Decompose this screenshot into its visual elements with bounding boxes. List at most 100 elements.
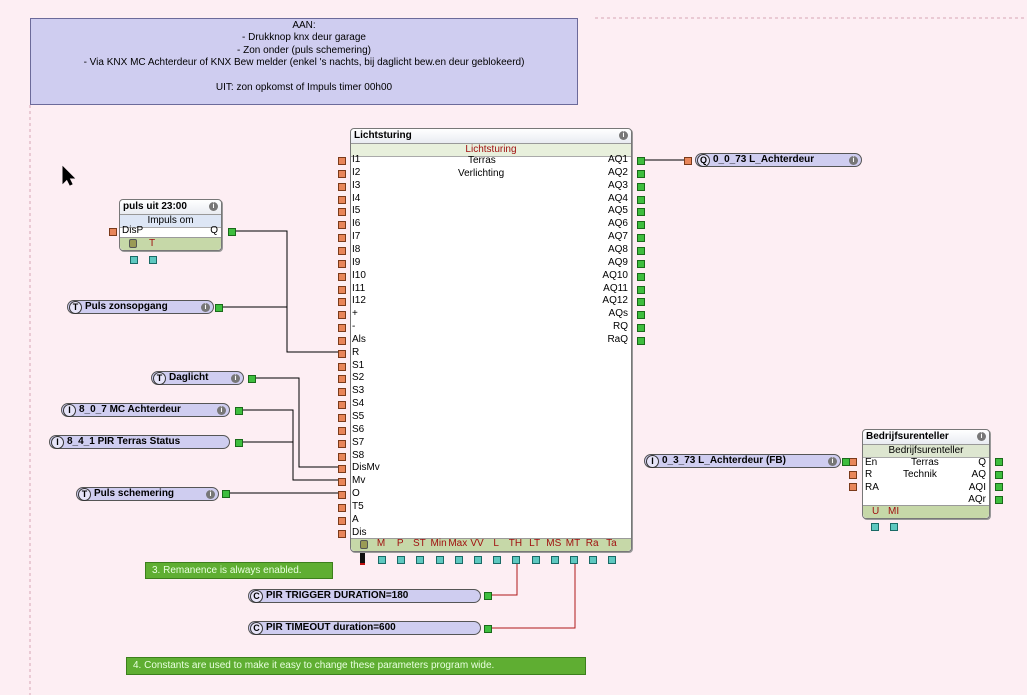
input-pin-s1[interactable]: [338, 362, 346, 371]
input-pin-s8[interactable]: [338, 452, 346, 461]
connector-pin[interactable]: [222, 490, 230, 498]
param-pin-ms[interactable]: [550, 556, 559, 564]
info-icon[interactable]: i: [849, 156, 858, 165]
param-pin-ra[interactable]: [589, 556, 598, 564]
output-pin-raq[interactable]: [637, 336, 645, 345]
output-pin-aq1[interactable]: [637, 157, 645, 165]
aq-pin[interactable]: [995, 471, 1003, 479]
connector-pin[interactable]: [484, 625, 492, 633]
daglicht-connector[interactable]: T Daglicht i: [151, 371, 244, 385]
param-pin[interactable]: [149, 256, 157, 264]
input-pin-t5[interactable]: [338, 503, 346, 512]
remanence-pin[interactable]: [360, 553, 365, 565]
input-pin-i3[interactable]: [338, 182, 346, 191]
connector-pin[interactable]: [248, 375, 256, 383]
param-pin-m[interactable]: [378, 556, 386, 564]
input-pin-i2[interactable]: [338, 169, 346, 178]
param-pin-st[interactable]: [416, 556, 425, 564]
input-pin-dis[interactable]: [338, 529, 346, 538]
output-pin-aq6[interactable]: [637, 221, 645, 230]
input-pin-als[interactable]: [338, 336, 346, 345]
input-pin-i1[interactable]: [338, 157, 346, 165]
connector-pin[interactable]: [235, 407, 243, 415]
param-pin[interactable]: [130, 256, 138, 264]
pir-trigger-connector[interactable]: C PIR TRIGGER DURATION=180: [248, 589, 481, 603]
disp-pin[interactable]: [109, 228, 117, 236]
input-pin-s2[interactable]: [338, 375, 346, 384]
input-pin-dismv[interactable]: [338, 465, 346, 474]
param-pin[interactable]: [871, 523, 879, 531]
aqi-pin[interactable]: [995, 483, 1003, 491]
input-pin-s6[interactable]: [338, 426, 346, 435]
input-pin-i10[interactable]: [338, 272, 346, 281]
output-pin-aq4[interactable]: [637, 195, 645, 204]
param-pin-l[interactable]: [493, 556, 502, 564]
param-pin-th[interactable]: [512, 556, 521, 564]
info-icon[interactable]: i: [201, 303, 210, 312]
r-pin[interactable]: [849, 471, 857, 479]
input-pin-i11[interactable]: [338, 285, 346, 294]
param-pin-ta[interactable]: [608, 556, 617, 564]
info-icon[interactable]: i: [217, 406, 226, 415]
aqr-pin[interactable]: [995, 496, 1003, 504]
input-pin-s5[interactable]: [338, 414, 346, 422]
remanence-note[interactable]: 3. Remanence is always enabled.: [145, 562, 333, 579]
input-pin-a[interactable]: [338, 516, 346, 525]
input-pin-i5[interactable]: [338, 208, 346, 217]
param-pin-max[interactable]: [454, 556, 463, 564]
connector-pin[interactable]: [235, 439, 243, 447]
en-pin[interactable]: [849, 458, 857, 466]
output-pin-aq10[interactable]: [637, 272, 645, 281]
pir-terras-connector[interactable]: I 8_4_1 PIR Terras Status: [49, 435, 230, 449]
output-pin-aq8[interactable]: [637, 246, 645, 255]
mc-achterdeur-connector[interactable]: I 8_0_7 MC Achterdeur i: [61, 403, 230, 417]
info-icon[interactable]: i: [977, 432, 986, 441]
param-pin[interactable]: [890, 523, 898, 531]
q-pin[interactable]: [995, 458, 1003, 466]
input-pin-i7[interactable]: [338, 234, 346, 243]
input-pin-i8[interactable]: [338, 246, 346, 255]
output-pin-aq5[interactable]: [637, 208, 645, 217]
puls-schemering-connector[interactable]: T Puls schemering i: [76, 487, 219, 501]
output-pin-aq11[interactable]: [637, 285, 645, 294]
l-achterdeur-fb-connector[interactable]: I 0_3_73 L_Achterdeur (FB) i: [644, 454, 841, 468]
puls-uit-block[interactable]: puls uit 23:00 i Impuls om DisP Q T: [119, 199, 222, 251]
info-icon[interactable]: i: [231, 374, 240, 383]
param-pin-mt[interactable]: [570, 556, 578, 564]
lichtsturing-block[interactable]: Lichtsturing i Lichtsturing Terras Verli…: [350, 128, 632, 552]
param-pin-min[interactable]: [435, 556, 444, 564]
output-pin-aq3[interactable]: [637, 182, 645, 191]
info-icon[interactable]: i: [206, 490, 215, 499]
input-pin-r[interactable]: [338, 349, 346, 358]
output-pin-aq2[interactable]: [637, 169, 645, 178]
ra-pin[interactable]: [849, 483, 857, 491]
bedrijfsurenteller-block[interactable]: Bedrijfsurenteller i Bedrijfsurenteller …: [862, 429, 990, 519]
input-pin-i6[interactable]: [338, 221, 346, 230]
input-pin-+[interactable]: [338, 311, 346, 320]
input-pin-s4[interactable]: [338, 401, 346, 410]
input-pin-s7[interactable]: [338, 439, 346, 448]
info-icon[interactable]: i: [619, 131, 628, 140]
comment-box[interactable]: AAN: - Drukknop knx deur garage - Zon on…: [30, 18, 578, 105]
connector-pin[interactable]: [842, 458, 850, 466]
input-pin-o[interactable]: [338, 491, 346, 500]
info-icon[interactable]: i: [209, 202, 218, 211]
connector-pin[interactable]: [684, 157, 692, 165]
info-icon[interactable]: i: [828, 457, 837, 466]
constants-note[interactable]: 4. Constants are used to make it easy to…: [126, 657, 586, 675]
output-pin-aq9[interactable]: [637, 259, 645, 268]
output-pin-aq12[interactable]: [637, 298, 645, 307]
input-pin-i9[interactable]: [338, 259, 346, 268]
q-pin[interactable]: [228, 228, 236, 236]
param-pin-p[interactable]: [397, 556, 406, 564]
l-achterdeur-output-connector[interactable]: Q 0_0_73 L_Achterdeur i: [695, 153, 862, 167]
output-pin-aqs[interactable]: [637, 311, 645, 320]
input-pin-s3[interactable]: [338, 388, 346, 397]
connector-pin[interactable]: [215, 304, 223, 312]
puls-zonsopgang-connector[interactable]: T Puls zonsopgang i: [67, 300, 214, 314]
param-pin-vv[interactable]: [474, 556, 482, 564]
input-pin-i4[interactable]: [338, 195, 346, 204]
connector-pin[interactable]: [484, 592, 492, 600]
param-pin-lt[interactable]: [531, 556, 540, 564]
pir-timeout-connector[interactable]: C PIR TIMEOUT duration=600: [248, 621, 481, 635]
